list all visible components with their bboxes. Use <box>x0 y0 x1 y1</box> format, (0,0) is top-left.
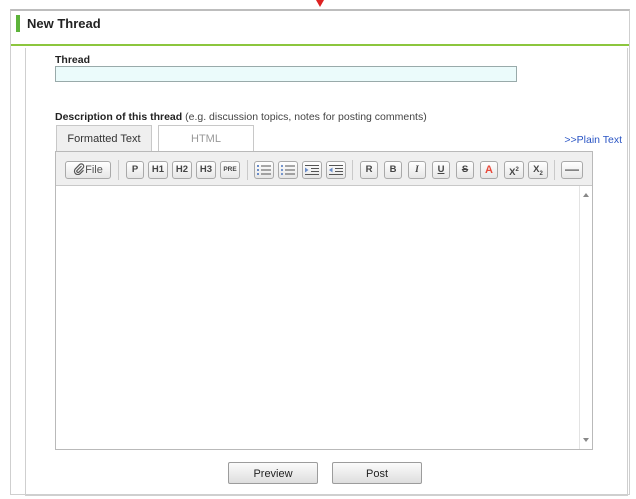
toolbar-separator <box>118 160 119 180</box>
font-color-button[interactable]: A <box>480 161 498 179</box>
underline-button[interactable]: U <box>432 161 450 179</box>
post-button[interactable]: Post <box>332 462 422 484</box>
rich-text-editor: File P H1 H2 H3 PRE R B I U S A X2 X2 <box>55 151 593 450</box>
editor-content-area[interactable] <box>56 186 580 449</box>
outdent-icon <box>329 165 343 175</box>
strikethrough-button[interactable]: S <box>456 161 474 179</box>
toolbar-separator <box>352 160 353 180</box>
thread-input[interactable] <box>55 66 517 82</box>
horizontal-rule-button[interactable] <box>561 161 583 179</box>
horizontal-rule-icon <box>565 169 579 171</box>
thread-label: Thread <box>55 54 91 66</box>
ordered-list-icon <box>257 165 271 175</box>
subscript-button[interactable]: X2 <box>528 161 548 179</box>
tab-formatted-text[interactable]: Formatted Text <box>56 125 152 152</box>
page-title: New Thread <box>27 16 101 31</box>
file-button-label: File <box>85 164 103 176</box>
toolbar-separator <box>247 160 248 180</box>
tab-html[interactable]: HTML <box>158 125 254 152</box>
bold-r-button[interactable]: R <box>360 161 378 179</box>
indent-button[interactable] <box>302 161 322 179</box>
indent-icon <box>305 165 319 175</box>
paperclip-icon <box>74 163 85 176</box>
unordered-list-button[interactable] <box>278 161 298 179</box>
outdent-button[interactable] <box>326 161 346 179</box>
superscript-button[interactable]: X2 <box>504 161 524 179</box>
h1-button[interactable]: H1 <box>148 161 168 179</box>
unordered-list-icon <box>280 164 295 176</box>
ordered-list-button[interactable] <box>254 161 274 179</box>
bold-button[interactable]: B <box>384 161 402 179</box>
italic-button[interactable]: I <box>408 161 426 179</box>
scroll-down-icon[interactable] <box>583 438 589 442</box>
header-accent-bar <box>16 15 20 32</box>
description-hint: (e.g. discussion topics, notes for posti… <box>182 111 427 123</box>
preview-button[interactable]: Preview <box>228 462 318 484</box>
editor-toolbar: File P H1 H2 H3 PRE R B I U S A X2 X2 <box>56 152 592 186</box>
header: New Thread <box>11 11 629 46</box>
h2-button[interactable]: H2 <box>172 161 192 179</box>
plain-text-link[interactable]: >>Plain Text <box>564 134 622 146</box>
editor-scrollbar[interactable] <box>579 186 592 449</box>
top-marker-icon <box>316 0 324 7</box>
toolbar-separator <box>554 160 555 180</box>
h3-button[interactable]: H3 <box>196 161 216 179</box>
scroll-up-icon[interactable] <box>583 193 589 197</box>
file-button[interactable]: File <box>65 161 111 179</box>
description-label: Description of this thread (e.g. discuss… <box>55 111 427 123</box>
pre-button[interactable]: PRE <box>220 161 240 179</box>
paragraph-button[interactable]: P <box>126 161 144 179</box>
